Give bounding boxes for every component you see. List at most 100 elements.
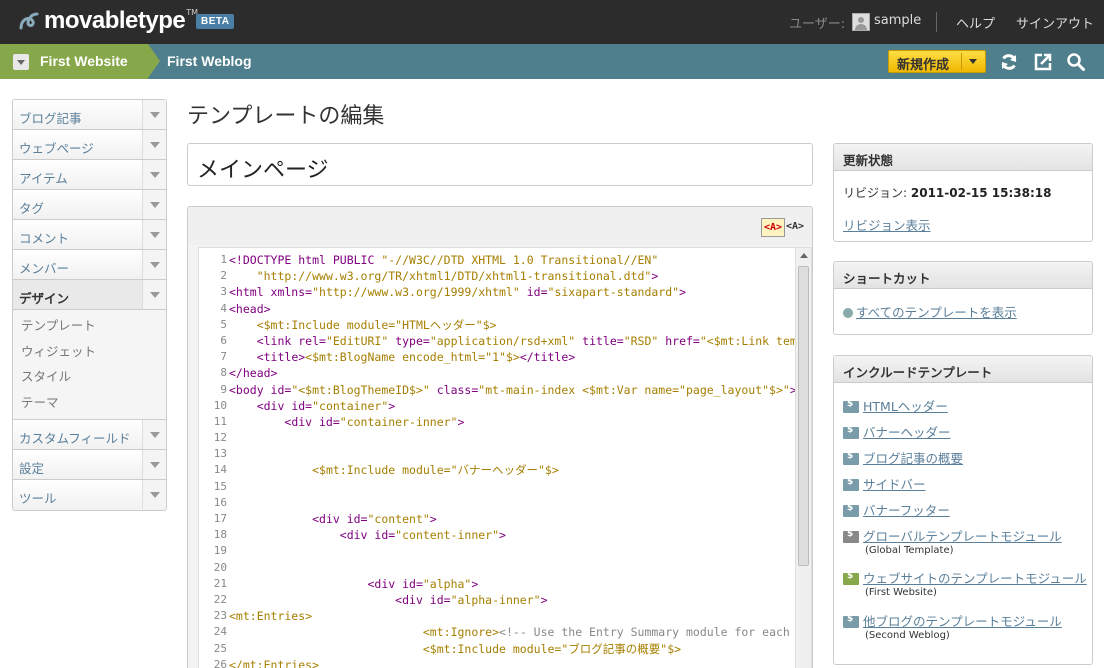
blog-name[interactable]: First Weblog [167, 53, 252, 69]
include-item[interactable]: HTMLヘッダー [843, 396, 948, 415]
chevron-down-icon[interactable] [142, 160, 166, 189]
include-item[interactable]: 他ブログのテンプレートモジュール [843, 611, 1062, 630]
line-number: 6 [220, 333, 227, 347]
signout-link[interactable]: サインアウト [1016, 13, 1094, 32]
line-number: 21 [213, 576, 227, 590]
chevron-down-icon[interactable] [142, 420, 166, 449]
sidebar-item-settings[interactable]: 設定 [13, 450, 166, 480]
chevron-down-icon[interactable] [142, 450, 166, 479]
scroll-thumb[interactable] [798, 266, 809, 566]
sidebar-item-tags[interactable]: タグ [13, 190, 166, 220]
chevron-down-icon[interactable] [13, 54, 29, 70]
sidebar-item-label: アイテム [19, 171, 68, 186]
line-number: 20 [213, 560, 227, 574]
chevron-down-icon[interactable] [142, 280, 166, 309]
new-content-button[interactable]: 新規作成 [888, 50, 986, 73]
line-number: 14 [213, 463, 227, 477]
chevron-down-icon[interactable] [142, 250, 166, 279]
code-line: <body id="<$mt:BlogThemeID$>" class="mt-… [229, 382, 797, 397]
website-selector[interactable]: First Website [0, 44, 160, 79]
help-link[interactable]: ヘルプ [956, 13, 995, 32]
code-textarea[interactable]: 1 2 3 4 5 6 7 8 9 10 11 12 13 14 15 16 1… [198, 247, 812, 668]
include-item[interactable]: ウェブサイトのテンプレートモジュール [843, 568, 1087, 587]
sidebar-item-assets[interactable]: アイテム [13, 160, 166, 190]
scroll-up-icon[interactable] [800, 253, 808, 258]
sidebar-item-custom-fields[interactable]: カスタムフィールド [13, 420, 166, 450]
submenu-item-styles[interactable]: スタイル [13, 364, 166, 390]
chevron-down-icon[interactable] [142, 480, 166, 509]
caret-down-icon[interactable] [969, 59, 977, 64]
include-templates-widget: インクルードテンプレート HTMLヘッダー バナーヘッダー ブログ記事の概要 サ… [833, 355, 1093, 665]
template-module-icon [843, 503, 859, 517]
view-revisions-link[interactable]: リビジョン表示 [843, 215, 931, 234]
sidebar-item-comments[interactable]: コメント [13, 220, 166, 250]
code-line: <div id="content-inner"> [339, 528, 506, 543]
code-line: <title><$mt:BlogName encode_html="1"$></… [256, 350, 576, 365]
line-number: 3 [220, 285, 227, 299]
code-line: </head> [229, 366, 278, 381]
external-link-icon[interactable] [1033, 52, 1053, 72]
logo[interactable]: movabletype TM [18, 7, 198, 34]
all-templates-link[interactable]: すべてのテンプレートを表示 [843, 302, 1017, 321]
code-line: "http://www.w3.org/TR/xhtml1/DTD/xhtml1-… [256, 269, 659, 284]
username-link[interactable]: sample [874, 13, 921, 28]
search-icon[interactable] [1066, 52, 1086, 72]
refresh-icon[interactable] [999, 52, 1019, 72]
template-name-value: メインページ [197, 158, 329, 183]
code-line: <div id="alpha-inner"> [395, 592, 548, 607]
include-label: ウェブサイトのテンプレートモジュール [863, 571, 1087, 586]
include-item[interactable]: サイドバー [843, 474, 926, 493]
global-header: movabletype TM BETA ユーザー: sample ヘルプ サイン… [0, 0, 1104, 44]
include-label: バナーフッター [863, 503, 950, 518]
include-scope: (Second Weblog) [865, 630, 950, 641]
include-item[interactable]: グローバルテンプレートモジュール [843, 526, 1062, 545]
new-button-label: 新規作成 [897, 58, 950, 73]
submenu-item-themes[interactable]: テーマ [13, 390, 166, 416]
logo-text: movabletype [44, 7, 186, 34]
include-label: ブログ記事の概要 [863, 451, 964, 466]
link-text: すべてのテンプレートを表示 [856, 305, 1017, 320]
code-line: <$mt:Include module="ブログ記事の概要"$> [422, 641, 682, 656]
line-number: 24 [213, 625, 227, 639]
line-number: 11 [213, 414, 227, 428]
include-item[interactable]: バナーフッター [843, 500, 950, 519]
design-submenu: テンプレート ウィジェット スタイル テーマ [13, 310, 166, 420]
include-item[interactable]: ブログ記事の概要 [843, 448, 963, 467]
sidebar-item-pages[interactable]: ウェブページ [13, 130, 166, 160]
chevron-down-icon[interactable] [142, 220, 166, 249]
chevron-down-icon[interactable] [142, 100, 166, 129]
include-item[interactable]: バナーヘッダー [843, 422, 951, 441]
submenu-item-widgets[interactable]: ウィジェット [13, 339, 166, 365]
sidebar-item-tools[interactable]: ツール [13, 480, 166, 510]
sidebar-item-entries[interactable]: ブログ記事 [13, 100, 166, 130]
code-line: <div id="alpha"> [367, 576, 479, 591]
editor-scrollbar[interactable] [795, 248, 811, 668]
revision-value: 2011-02-15 15:38:18 [910, 186, 1052, 200]
code-line: <link rel="EditURI" type="application/rs… [256, 333, 797, 348]
template-module-icon [843, 571, 859, 585]
include-label: サイドバー [863, 477, 926, 492]
sidebar-item-label: ツール [19, 491, 57, 506]
chevron-down-icon[interactable] [142, 130, 166, 159]
page-title: テンプレートの編集 [187, 104, 385, 129]
sidebar-item-members[interactable]: メンバー [13, 250, 166, 280]
include-scope: (First Website) [865, 587, 937, 598]
chevron-down-icon[interactable] [142, 190, 166, 219]
code-line: <div id="container"> [256, 398, 396, 413]
sidebar-item-label: 設定 [19, 461, 45, 476]
template-name-input[interactable]: メインページ [187, 143, 813, 186]
syntax-highlight-off-button[interactable]: <A> [784, 218, 806, 237]
sidebar-item-design[interactable]: デザイン [13, 280, 166, 310]
submenu-item-templates[interactable]: テンプレート [13, 313, 166, 339]
syntax-highlight-on-button[interactable]: <A> [761, 218, 786, 237]
sidebar-item-label: カスタムフィールド [19, 431, 131, 446]
avatar[interactable] [852, 13, 870, 31]
shortcut-widget: ショートカット すべてのテンプレートを表示 [833, 261, 1093, 335]
code-line: <$mt:Include module="バナーヘッダー"$> [312, 463, 559, 478]
website-name[interactable]: First Website [40, 53, 128, 69]
